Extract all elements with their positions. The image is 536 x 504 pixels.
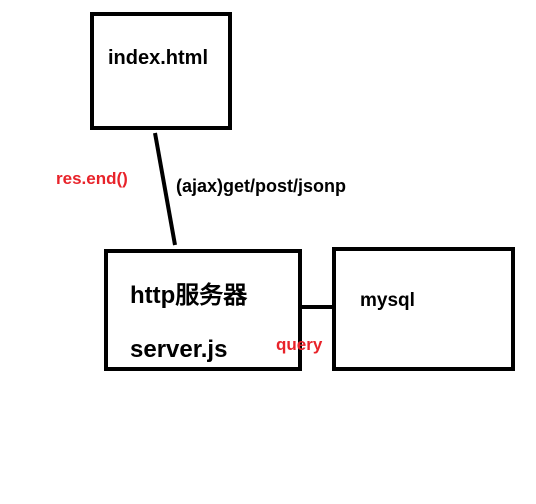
- query-annotation: query: [276, 335, 323, 354]
- client-server-connector: [153, 132, 177, 246]
- server-title: http服务器: [130, 282, 248, 309]
- server-file-label: server.js: [130, 336, 228, 363]
- database-label: mysql: [360, 290, 415, 311]
- client-label: index.html: [108, 47, 209, 69]
- request-annotation: (ajax)get/post/jsonp: [176, 176, 347, 196]
- diagram-canvas: index.html http服务器 server.js mysql res.e…: [0, 0, 536, 504]
- response-annotation: res.end(): [56, 169, 128, 188]
- client-node: [90, 12, 232, 130]
